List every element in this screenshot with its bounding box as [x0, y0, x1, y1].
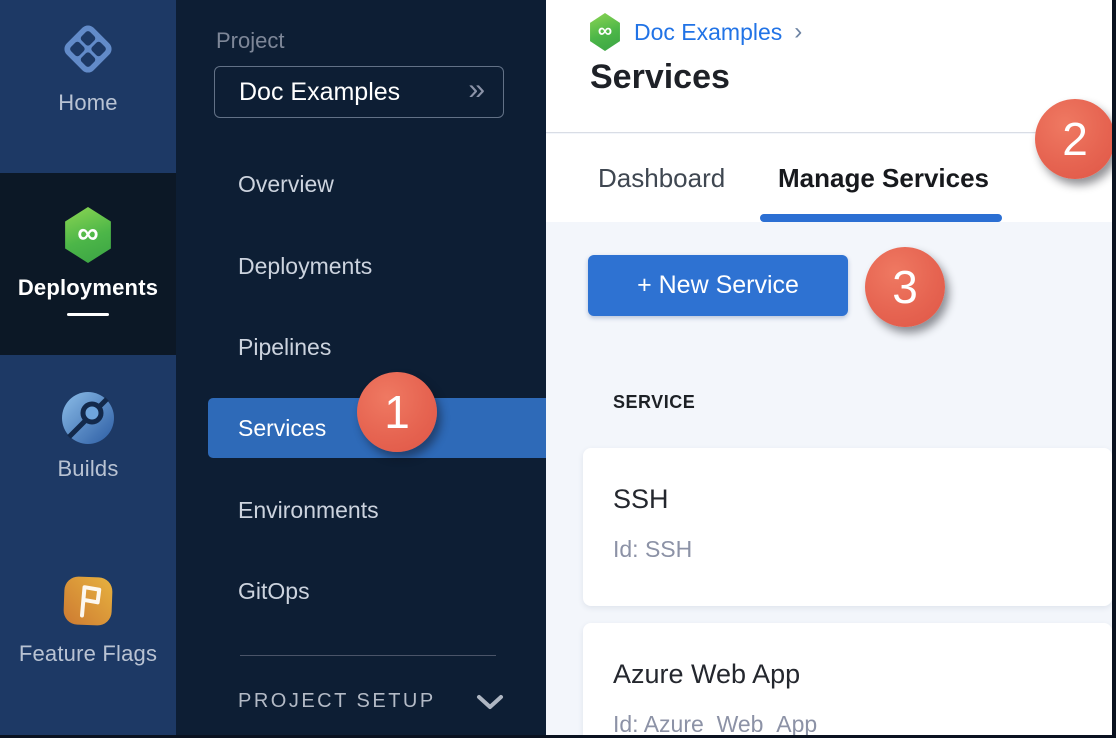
sidebar-item-builds-label: Builds	[57, 456, 118, 482]
sidebar-item-home-label: Home	[58, 90, 118, 116]
sidebar-item-environments[interactable]: Environments	[176, 480, 546, 540]
project-selector[interactable]: Doc Examples »	[214, 66, 504, 118]
page-header: ∞ Doc Examples › Services	[546, 0, 1116, 133]
new-service-button[interactable]: + New Service	[588, 255, 848, 316]
sidebar-item-deployments-label: Deployments	[18, 275, 158, 301]
feature-flags-flag-icon	[58, 571, 118, 631]
module-sidebar: Home ∞ Deployments Builds	[0, 0, 176, 738]
sidebar-divider	[240, 655, 496, 656]
services-content: + New Service SERVICE SSH Id: SSH Azure …	[546, 222, 1116, 738]
project-section-label: Project	[216, 28, 284, 54]
annotation-badge-1: 1	[357, 372, 437, 452]
home-grid-icon	[59, 20, 117, 78]
service-name: SSH	[613, 484, 669, 515]
sidebar-item-gitops[interactable]: GitOps	[176, 561, 546, 621]
page-title: Services	[590, 58, 730, 97]
harness-app-window: Home ∞ Deployments Builds	[0, 0, 1116, 738]
service-column-header: SERVICE	[613, 392, 695, 413]
sidebar-item-builds[interactable]: Builds	[0, 355, 176, 540]
breadcrumb-project-link[interactable]: Doc Examples	[634, 19, 782, 46]
tab-manage-services[interactable]: Manage Services	[778, 134, 989, 222]
project-sidebar: Project Doc Examples » Overview Deployme…	[176, 0, 546, 738]
sidebar-item-deployments[interactable]: ∞ Deployments	[0, 173, 176, 355]
active-tab-underline	[760, 214, 1002, 222]
builds-circle-icon	[62, 392, 114, 444]
sidebar-item-pipelines[interactable]: Pipelines	[176, 317, 546, 377]
double-chevron-right-icon[interactable]: »	[468, 75, 485, 105]
annotation-badge-3: 3	[865, 247, 945, 327]
service-card-ssh[interactable]: SSH Id: SSH	[583, 448, 1112, 606]
chevron-right-icon: ›	[794, 18, 802, 46]
service-name: Azure Web App	[613, 659, 800, 690]
chevron-down-icon[interactable]	[476, 694, 504, 710]
service-id: Id: SSH	[613, 536, 692, 563]
annotation-badge-2: 2	[1035, 99, 1115, 179]
service-card-azure-web-app[interactable]: Azure Web App Id: Azure_Web_App	[583, 623, 1112, 738]
breadcrumb: ∞ Doc Examples ›	[588, 13, 802, 51]
project-selector-value: Doc Examples	[239, 78, 400, 107]
active-module-underline	[67, 313, 109, 316]
tab-dashboard[interactable]: Dashboard	[598, 134, 725, 222]
sidebar-item-feature-flags-label: Feature Flags	[19, 641, 157, 667]
sidebar-item-home[interactable]: Home	[0, 0, 176, 173]
project-hexagon-infinity-icon: ∞	[588, 13, 622, 51]
service-id: Id: Azure_Web_App	[613, 711, 817, 738]
tab-bar: Dashboard Manage Services	[546, 134, 1116, 222]
sidebar-item-overview[interactable]: Overview	[176, 154, 546, 214]
main-content: ∞ Doc Examples › Services Dashboard Mana…	[546, 0, 1116, 738]
project-setup-label: PROJECT SETUP	[238, 690, 436, 713]
sidebar-item-feature-flags[interactable]: Feature Flags	[0, 540, 176, 738]
deployments-hexagon-infinity-icon: ∞	[62, 207, 114, 263]
project-setup-toggle[interactable]: PROJECT SETUP	[238, 690, 504, 713]
sidebar-item-deployments-nav[interactable]: Deployments	[176, 236, 546, 296]
screenshot-right-edge	[1112, 0, 1116, 738]
